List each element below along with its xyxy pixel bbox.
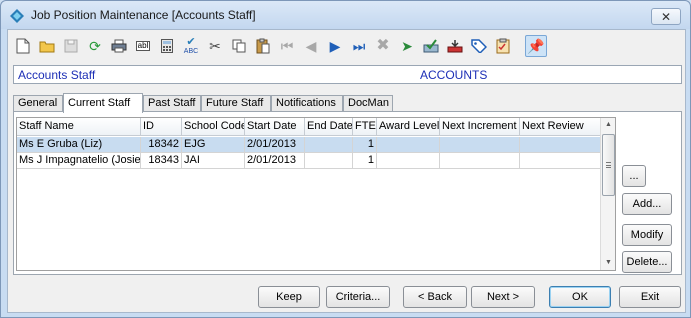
staff-name-cell: Ms J Impagnatelio (Josie) bbox=[17, 153, 141, 169]
job-position-window: Job Position Maintenance [Accounts Staff… bbox=[0, 0, 691, 318]
school-code-cell: EJG bbox=[182, 137, 245, 153]
tab-notifications[interactable]: Notifications bbox=[271, 95, 343, 112]
column-header[interactable]: Award Level bbox=[377, 118, 440, 136]
current-staff-panel: Staff Name ID School Code Start Date End… bbox=[13, 111, 682, 275]
column-header[interactable]: Next Review bbox=[520, 118, 600, 136]
close-icon: ✕ bbox=[660, 9, 672, 24]
table-row[interactable]: Ms J Impagnatelio (Josie) 18343 JAI 2/01… bbox=[17, 153, 600, 169]
tab-past-staff[interactable]: Past Staff bbox=[143, 95, 201, 112]
tab-current-staff[interactable]: Current Staff bbox=[63, 93, 143, 113]
next-review-cell bbox=[520, 153, 600, 169]
table-row[interactable]: Ms E Gruba (Liz) 18342 EJG 2/01/2013 1 bbox=[17, 137, 600, 153]
id-cell: 18342 bbox=[141, 137, 182, 153]
column-header[interactable]: Start Date bbox=[245, 118, 305, 136]
next-increment-cell bbox=[440, 137, 520, 153]
tab-strip: General Current Staff Past Staff Future … bbox=[13, 93, 413, 113]
tag-icon[interactable] bbox=[468, 35, 490, 57]
add-button[interactable]: Add... bbox=[622, 193, 672, 215]
back-button[interactable]: < Back bbox=[403, 286, 467, 308]
ok-button[interactable]: OK bbox=[549, 286, 611, 308]
next-increment-cell bbox=[440, 153, 520, 169]
next-record-icon[interactable]: ▶ bbox=[324, 35, 346, 57]
pin-icon[interactable]: 📌 bbox=[525, 35, 547, 57]
calculator-icon[interactable] bbox=[156, 35, 178, 57]
end-date-cell bbox=[305, 137, 353, 153]
scroll-down-arrow-icon[interactable]: ▼ bbox=[601, 256, 616, 270]
id-cell: 18343 bbox=[141, 153, 182, 169]
new-icon[interactable] bbox=[12, 35, 34, 57]
column-header[interactable]: Staff Name bbox=[17, 118, 141, 136]
criteria-button[interactable]: Criteria... bbox=[326, 286, 390, 308]
previous-record-icon[interactable]: ◀ bbox=[300, 35, 322, 57]
grip-icon bbox=[606, 162, 611, 168]
start-date-cell: 2/01/2013 bbox=[245, 137, 305, 153]
position-name: Accounts Staff bbox=[18, 68, 96, 82]
copy-icon[interactable] bbox=[228, 35, 250, 57]
staff-grid[interactable]: Staff Name ID School Code Start Date End… bbox=[16, 117, 616, 271]
school-code-cell: JAI bbox=[182, 153, 245, 169]
window-title: Job Position Maintenance [Accounts Staff… bbox=[31, 8, 256, 22]
tab-future-staff[interactable]: Future Staff bbox=[201, 95, 271, 112]
tab-general[interactable]: General bbox=[13, 95, 63, 112]
delete-button[interactable]: Delete... bbox=[622, 251, 672, 273]
exit-button[interactable]: Exit bbox=[619, 286, 681, 308]
next-review-cell bbox=[520, 137, 600, 153]
spellcheck-icon[interactable]: ✔ ABC bbox=[180, 35, 202, 57]
tab-docman[interactable]: DocMan bbox=[343, 95, 393, 112]
goto-icon[interactable]: ➤ bbox=[396, 35, 418, 57]
column-header[interactable]: FTE bbox=[353, 118, 377, 136]
first-record-icon[interactable]: ⏮ bbox=[276, 35, 298, 57]
field-icon[interactable]: abl bbox=[132, 35, 154, 57]
app-diamond-icon bbox=[10, 9, 24, 23]
award-level-cell bbox=[377, 137, 440, 153]
column-header[interactable]: ID bbox=[141, 118, 182, 136]
title-bar: Job Position Maintenance [Accounts Staff… bbox=[1, 1, 690, 29]
save-icon[interactable] bbox=[60, 35, 82, 57]
scroll-up-arrow-icon[interactable]: ▲ bbox=[601, 118, 616, 132]
client-area: ⟳ abl ✔ ABC ✂ ⏮ ◀ ▶ ⏭ ✖ ➤ 📌 Accounts Staf… bbox=[7, 29, 686, 313]
download-icon[interactable] bbox=[444, 35, 466, 57]
close-window-button[interactable]: ✕ bbox=[651, 8, 681, 25]
approve-icon[interactable] bbox=[420, 35, 442, 57]
toolbar: ⟳ abl ✔ ABC ✂ ⏮ ◀ ▶ ⏭ ✖ ➤ 📌 bbox=[12, 34, 682, 58]
delete-icon[interactable]: ✖ bbox=[372, 35, 394, 57]
column-header[interactable]: Next Increment bbox=[440, 118, 520, 136]
paste-icon[interactable] bbox=[252, 35, 274, 57]
keep-button[interactable]: Keep bbox=[258, 286, 320, 308]
checklist-icon[interactable] bbox=[492, 35, 514, 57]
position-banner: Accounts Staff ACCOUNTS bbox=[13, 65, 682, 84]
modify-button[interactable]: Modify bbox=[622, 224, 672, 246]
vertical-scrollbar[interactable]: ▲ ▼ bbox=[600, 118, 615, 270]
refresh-icon[interactable]: ⟳ bbox=[84, 35, 106, 57]
column-header[interactable]: School Code bbox=[182, 118, 245, 136]
last-record-icon[interactable]: ⏭ bbox=[348, 35, 370, 57]
next-button[interactable]: Next > bbox=[471, 286, 535, 308]
more-button[interactable]: ... bbox=[622, 165, 646, 187]
print-icon[interactable] bbox=[108, 35, 130, 57]
open-icon[interactable] bbox=[36, 35, 58, 57]
start-date-cell: 2/01/2013 bbox=[245, 153, 305, 169]
staff-name-cell: Ms E Gruba (Liz) bbox=[17, 137, 141, 153]
cut-icon[interactable]: ✂ bbox=[204, 35, 226, 57]
grid-header: Staff Name ID School Code Start Date End… bbox=[17, 118, 600, 136]
fte-cell: 1 bbox=[353, 153, 377, 169]
scrollbar-thumb[interactable] bbox=[602, 134, 615, 196]
department-name: ACCOUNTS bbox=[420, 68, 488, 82]
fte-cell: 1 bbox=[353, 137, 377, 153]
end-date-cell bbox=[305, 153, 353, 169]
award-level-cell bbox=[377, 153, 440, 169]
column-header[interactable]: End Date bbox=[305, 118, 353, 136]
